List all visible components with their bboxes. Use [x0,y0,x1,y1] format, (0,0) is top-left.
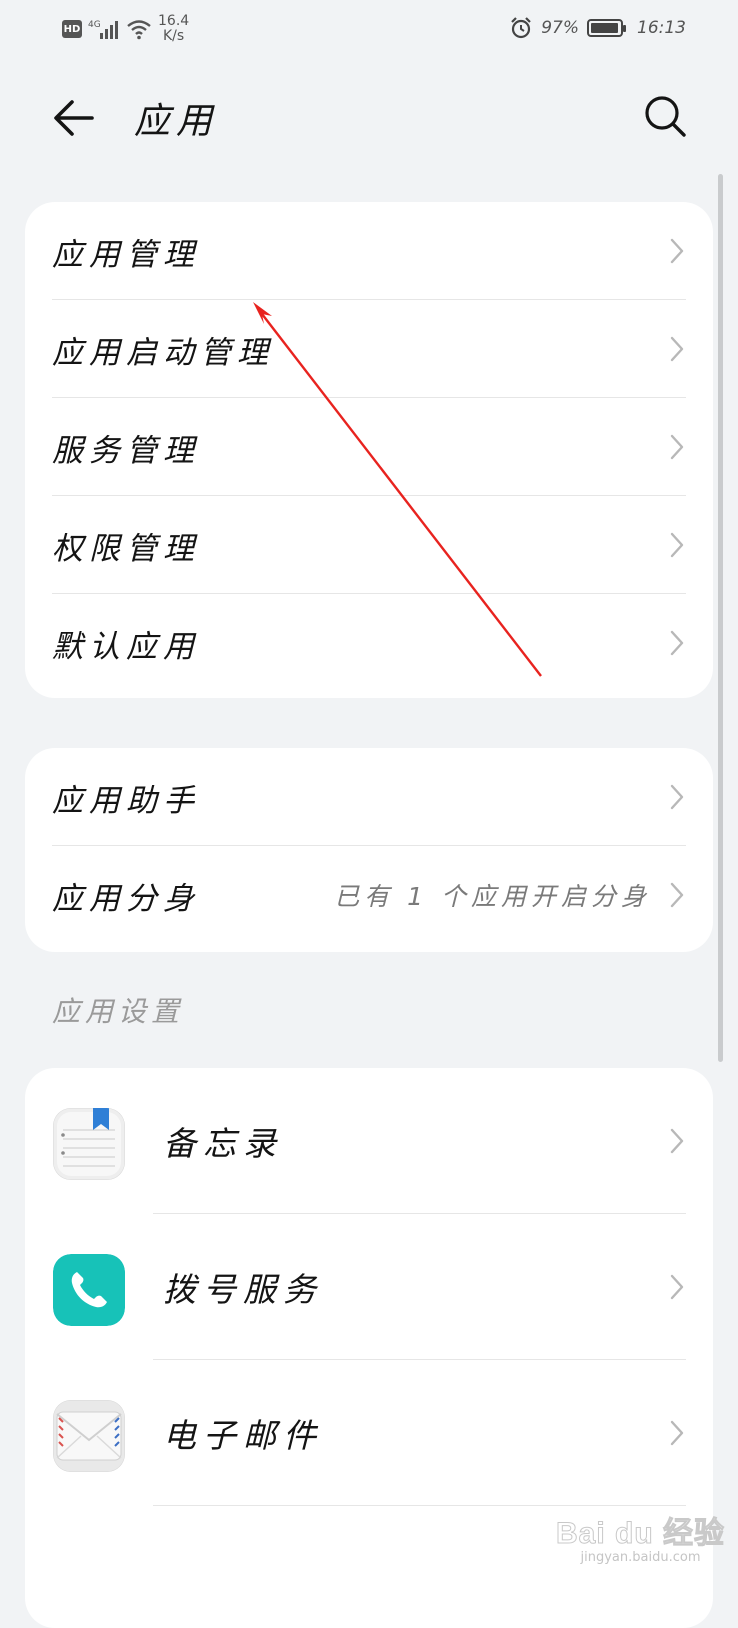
baidu-jingyan-watermark: Bai du 经验 jingyan.baidu.com [555,1508,726,1566]
watermark-url: jingyan.baidu.com [580,1550,701,1565]
status-left: HD 4G 16.4 K/s [62,14,189,44]
network-speed-unit: K/s [162,28,185,44]
page-title: 应用 [134,101,219,142]
chevron-right-icon [670,1128,684,1154]
menu-item-app-startup-management[interactable]: 应用启动管理 [25,300,713,398]
menu-item-default-apps[interactable]: 默认应用 [25,594,713,692]
menu-item-service-management[interactable]: 服务管理 [25,398,713,496]
phone-icon [53,1254,125,1326]
app-item-notes[interactable]: 备忘录 [25,1068,713,1214]
notepad-icon [53,1108,125,1180]
app-item-dialer-service[interactable]: 拨号服务 [25,1214,713,1360]
menu-item-permission-management[interactable]: 权限管理 [25,496,713,594]
divider [153,1505,686,1506]
chevron-right-icon [670,238,684,264]
status-bar: HD 4G 16.4 K/s 97% 16:13 [0,0,738,60]
chevron-right-icon [670,784,684,810]
menu-item-label: 应用管理 [52,236,200,273]
section-title-app-settings: 应用设置 [52,995,185,1028]
chevron-right-icon [670,532,684,558]
watermark-main: Bai du 经验 [555,1517,726,1551]
status-right: 97% 16:13 [509,16,686,40]
network-speed: 16.4 K/s [158,14,189,44]
battery-icon [587,19,626,37]
search-icon[interactable] [643,94,687,138]
signal-icon: 4G [88,20,118,39]
menu-item-app-twin[interactable]: 应用分身 已有 1 个应用开启分身 [25,846,713,944]
chevron-right-icon [670,336,684,362]
chevron-right-icon [670,434,684,460]
app-management-card: 应用管理 应用启动管理 服务管理 权限管理 默认应用 [25,202,713,698]
network-type-label: 4G [88,20,101,30]
menu-item-label: 服务管理 [52,432,200,469]
menu-item-label: 应用启动管理 [52,334,274,371]
mail-envelope-icon [53,1400,125,1472]
menu-item-label: 权限管理 [52,530,200,567]
menu-item-app-assistant[interactable]: 应用助手 [25,748,713,846]
app-item-label: 拨号服务 [163,1270,323,1309]
scrollbar[interactable] [718,174,723,1062]
menu-item-label: 默认应用 [52,628,200,665]
battery-fill [591,23,619,33]
app-twin-status: 已有 1 个应用开启分身 [334,882,651,911]
menu-item-label: 应用分身 [52,880,200,917]
app-tools-card: 应用助手 应用分身 已有 1 个应用开启分身 [25,748,713,952]
hd-badge: HD [62,20,82,38]
chevron-right-icon [670,1420,684,1446]
alarm-icon [511,17,531,39]
app-bar: 应用 [0,78,738,158]
app-item-label: 备忘录 [163,1124,283,1163]
battery-percent: 97% [541,18,579,38]
clock: 16:13 [637,18,686,38]
network-speed-value: 16.4 [158,13,190,29]
menu-item-label: 应用助手 [52,782,200,819]
chevron-right-icon [670,630,684,656]
chevron-right-icon [670,1274,684,1300]
app-item-email[interactable]: 电子邮件 [25,1360,713,1506]
app-item-label: 电子邮件 [163,1416,323,1455]
menu-item-app-management[interactable]: 应用管理 [25,202,713,300]
wifi-icon [127,20,151,40]
back-arrow-icon[interactable] [52,96,96,140]
chevron-right-icon [670,882,684,908]
